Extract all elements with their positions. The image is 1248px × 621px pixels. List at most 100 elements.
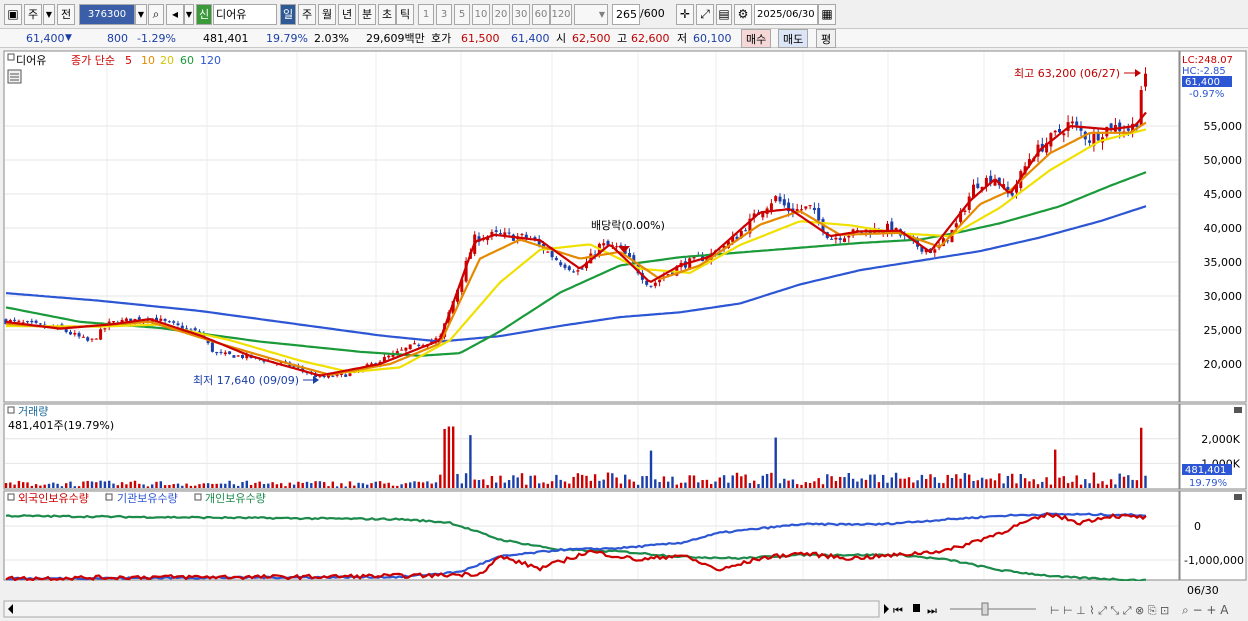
volume-bar (13, 484, 16, 488)
mode-week-button[interactable]: 주 (24, 4, 42, 25)
scroll-right-icon[interactable] (884, 604, 889, 614)
volume-bar (1015, 483, 1018, 488)
stock-code-input[interactable]: 376300 (79, 4, 135, 25)
volume-bar (499, 475, 502, 488)
candle-body (1053, 130, 1057, 133)
sell-button[interactable]: 매도 (778, 29, 809, 48)
window-icon[interactable]: ▣ (4, 4, 22, 25)
volume-bar (1109, 479, 1113, 488)
volume-bar (194, 485, 197, 488)
volume-bar (176, 483, 180, 488)
interval-120-button[interactable]: 120 (550, 4, 572, 25)
period-second-button[interactable]: 초 (378, 4, 396, 25)
code-dropdown-icon[interactable]: ▼ (135, 4, 147, 25)
period-tick-button[interactable]: 틱 (396, 4, 414, 25)
period-minute-button[interactable]: 분 (358, 4, 376, 25)
candle-body (1079, 127, 1083, 131)
count-input[interactable]: 265 (612, 4, 640, 25)
interval-10-button[interactable]: 10 (472, 4, 490, 25)
prev-button[interactable]: 전 (57, 4, 75, 25)
save-icon[interactable]: ▤ (716, 4, 732, 25)
volume-bar (1028, 481, 1031, 488)
volume-bar (327, 486, 330, 488)
volume-bar (645, 475, 648, 488)
volume-bar (731, 475, 734, 488)
volume-panel-close-icon[interactable] (1234, 407, 1242, 413)
candle-body (172, 321, 176, 323)
chart-area[interactable]: 55,000 50,000 45,000 40,000 35,000 30,000 25,0… (0, 50, 1248, 621)
price-tick-label: 25,000 (1204, 324, 1243, 337)
period-week-button[interactable]: 주 (298, 4, 316, 25)
volume-bar (563, 481, 567, 488)
volume-bar (39, 485, 42, 488)
speaker-dropdown-icon[interactable]: ▼ (184, 4, 194, 25)
volume-bar (864, 479, 868, 488)
volume-bar (843, 477, 846, 488)
volume-bar (671, 476, 674, 488)
interval-dropdown[interactable]: ▼ (574, 4, 608, 25)
volume-bar (606, 472, 610, 488)
interval-5-button[interactable]: 5 (454, 4, 470, 25)
volume-bar (830, 476, 833, 488)
volume-bar (757, 484, 760, 488)
volume-bar (516, 477, 519, 488)
volume-bar (151, 484, 154, 488)
high-label: 고 (617, 32, 628, 45)
rewind-icon[interactable]: ⏮ (893, 604, 903, 617)
interval-60-button[interactable]: 60 (532, 4, 550, 25)
volume-bar (490, 475, 494, 488)
volume-bar (1071, 481, 1074, 488)
volume-bar (972, 481, 975, 488)
zoom-tools-icon[interactable]: ⌕ − + A (1182, 603, 1229, 617)
volume-bar (400, 484, 403, 488)
date-input[interactable]: 2025/06/30 (754, 4, 818, 25)
horizontal-scrollbar[interactable] (3, 600, 880, 618)
candle-body (507, 232, 511, 234)
period-year-button[interactable]: 년 (338, 4, 356, 25)
search-icon[interactable]: ⌕ (148, 4, 164, 25)
candle-body (576, 270, 580, 272)
interval-3-button[interactable]: 3 (436, 4, 452, 25)
buy-button[interactable]: 매수 (741, 29, 772, 48)
volume-bar (925, 479, 928, 488)
holdings-panel-close-icon[interactable] (1234, 494, 1242, 500)
candle-body (658, 279, 662, 283)
stock-name-field[interactable]: 디어유 (213, 4, 277, 25)
calendar-icon[interactable]: ▦ (818, 4, 836, 25)
stop-icon[interactable] (913, 604, 920, 612)
volume-bar (546, 483, 549, 488)
interval-20-button[interactable]: 20 (492, 4, 510, 25)
volume-bar (538, 483, 541, 488)
period-month-button[interactable]: 월 (318, 4, 336, 25)
chevron-down-icon[interactable]: ▼ (43, 4, 55, 25)
volume-bar (705, 479, 709, 488)
interval-30-button[interactable]: 30 (512, 4, 530, 25)
volume-bar (959, 478, 962, 488)
volume-bar (232, 484, 236, 488)
volume-bar (189, 485, 193, 488)
current-price-tag-text: 61,400 (1185, 77, 1220, 88)
draw-tools-icon[interactable]: ⊢ ⊢ ⊥ ⌇ ⤢ ⤡ ⤢ ⊗ ⎘ ⊡ (1050, 604, 1169, 617)
zoom-slider-handle[interactable] (981, 602, 989, 616)
volume-bar (581, 474, 584, 488)
trend-tool-icon[interactable]: ⤢ (696, 4, 714, 25)
gear-icon[interactable]: ⚙ (734, 4, 752, 25)
volume-current-text: 481,401 (1185, 465, 1226, 476)
volume-bar (662, 476, 666, 488)
candle-body (800, 209, 803, 211)
crosshair-icon[interactable]: ✛ (676, 4, 694, 25)
volume-bar (740, 476, 743, 488)
volume-bar (903, 478, 906, 488)
volume-bar (495, 482, 498, 488)
interval-1-button[interactable]: 1 (418, 4, 434, 25)
candle-body (210, 342, 214, 352)
period-day-button[interactable]: 일 (280, 4, 296, 25)
candle-body (348, 373, 352, 376)
volume-bar (318, 481, 322, 488)
volume-bar (331, 481, 334, 488)
volume-bar (73, 486, 76, 488)
volume-bar (722, 475, 726, 488)
eval-button[interactable]: 평 (816, 29, 837, 48)
speaker-icon[interactable]: ◂ (166, 4, 184, 25)
fast-forward-icon[interactable]: ⏭ (927, 604, 937, 617)
